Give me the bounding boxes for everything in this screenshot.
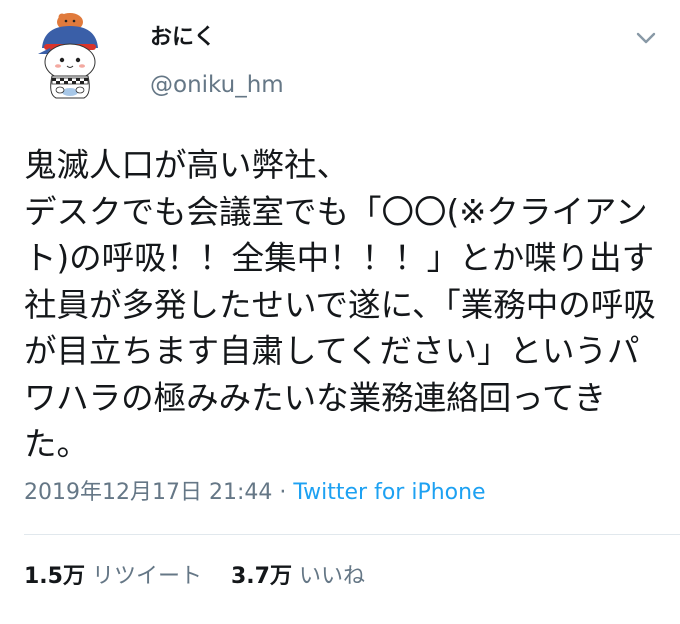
display-name[interactable]: おにく <box>150 27 216 49</box>
likes-stat[interactable]: 3.7万 いいね <box>231 566 365 588</box>
user-handle[interactable]: @oniku_hm <box>150 74 284 97</box>
avatar[interactable] <box>30 8 108 104</box>
tweet-text: 鬼滅人口が高い弊社、 デスクでも会議室でも「〇〇(※クライアント)の呼吸！！全集… <box>24 146 656 463</box>
tweet-timestamp[interactable]: 2019年12月17日 21:44 <box>24 480 272 505</box>
meta-separator: · <box>272 480 294 505</box>
avatar-illustration <box>38 13 98 99</box>
retweets-count: 1.5万 <box>24 564 85 589</box>
tweet-stats: 1.5万 リツイート 3.7万 いいね <box>24 566 365 588</box>
chevron-down-icon[interactable] <box>632 28 660 48</box>
likes-label: いいね <box>298 564 365 589</box>
divider <box>24 534 680 535</box>
tweet-source-link[interactable]: Twitter for iPhone <box>293 480 485 505</box>
likes-count: 3.7万 <box>231 564 292 589</box>
retweets-stat[interactable]: 1.5万 リツイート <box>24 566 202 588</box>
retweets-label: リツイート <box>91 564 202 589</box>
tweet-meta: 2019年12月17日 21:44 · Twitter for iPhone <box>24 482 486 504</box>
chevron-down-glyph <box>636 32 656 44</box>
